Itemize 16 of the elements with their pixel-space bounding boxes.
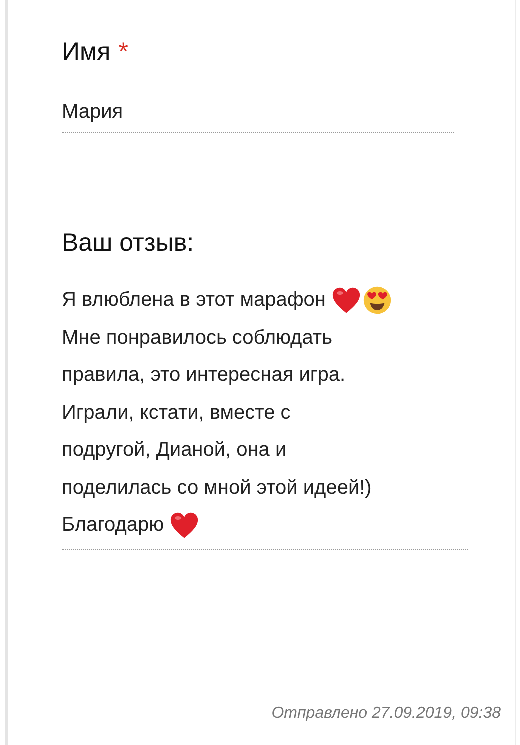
review-line: подругой, Дианой, она и — [62, 439, 287, 462]
field-label: Ваш отзыв: — [62, 229, 196, 258]
heart-icon — [332, 286, 361, 316]
sent-timestamp: Отправлено 27.09.2019, 09:38 — [272, 705, 501, 723]
review-line: Благодарю — [62, 514, 164, 538]
review-line: поделилась со мной этой идеей!) — [62, 476, 372, 500]
name-field[interactable]: Мария — [62, 101, 454, 133]
review-line: Мне понравилось соблюдать — [62, 326, 332, 350]
heart-icon — [170, 511, 200, 540]
review-field[interactable]: Я влюблена в этот марафон Мне понравилось соблюдать правила, это интересная игра. Играли, кстати, вместе с подругой, Дианой, она и поделилась со мной этой идеей!) Благодарю — [62, 282, 468, 550]
heart-eyes-face-icon — [362, 286, 392, 316]
review-line: Я влюблена в этот марафон — [62, 289, 326, 312]
field-label: Имя — [62, 38, 111, 67]
required-mark: * — [118, 38, 128, 67]
review-line: Играли, кстати, вместе с — [62, 402, 291, 425]
review-line: правила, это интересная игра. — [62, 364, 346, 388]
